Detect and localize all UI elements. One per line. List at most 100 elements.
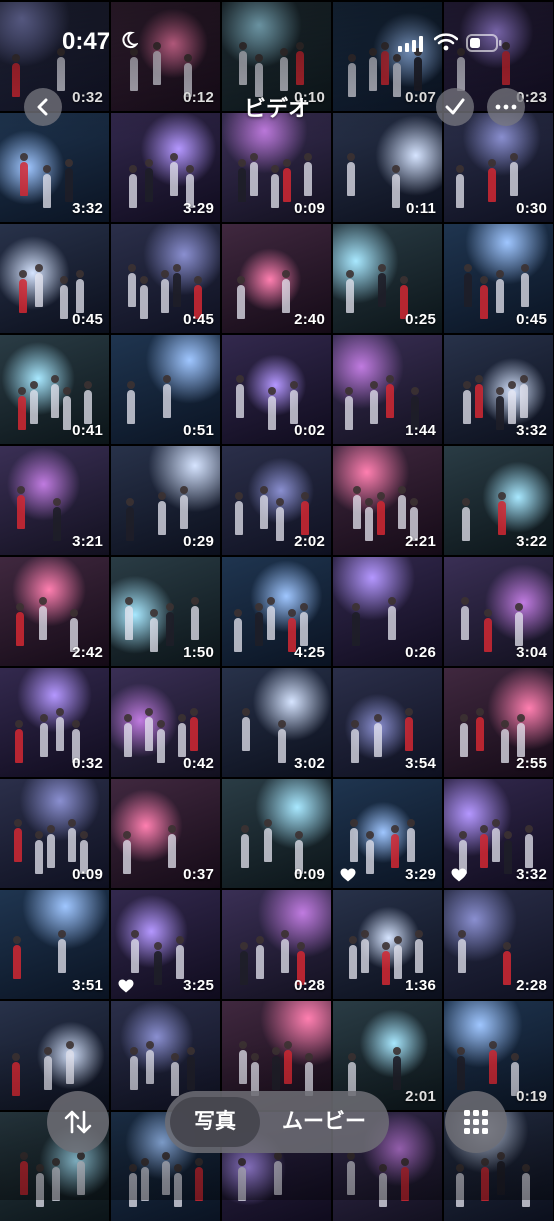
wifi-icon [433,33,459,56]
performer-silhouette [349,936,357,979]
video-thumbnail[interactable]: 2:40 [222,224,331,333]
video-thumbnail[interactable]: 3:04 [444,557,553,666]
video-thumbnail[interactable]: 0:26 [333,557,442,666]
video-thumbnail[interactable]: 3:22 [444,446,553,555]
video-thumbnail[interactable]: 1:36 [333,890,442,999]
video-thumbnail[interactable]: 3:32 [0,113,109,222]
heart-icon [118,979,134,993]
performer-silhouette [267,387,276,430]
video-thumbnail[interactable]: 0:45 [0,224,109,333]
performer-silhouette [475,375,483,418]
grid-view-button[interactable] [445,1091,507,1153]
video-thumbnail[interactable]: 0:42 [111,668,220,777]
checkmark-icon [445,98,465,115]
performer-silhouette [415,930,423,973]
video-thumbnail[interactable]: 1:50 [111,557,220,666]
video-thumbnail[interactable]: 0:32 [0,668,109,777]
video-thumbnail[interactable]: 0:41 [0,335,109,444]
video-thumbnail[interactable]: 2:02 [222,446,331,555]
video-thumbnail[interactable]: 3:29 [333,779,442,888]
video-thumbnail[interactable]: 0:28 [222,890,331,999]
performer-silhouette [458,930,466,973]
video-thumbnail[interactable]: 3:32 [444,779,553,888]
performer-silhouette [401,1158,410,1201]
video-thumbnail[interactable]: 0:09 [222,113,331,222]
video-duration: 3:32 [516,422,547,439]
video-thumbnail[interactable]: 2:55 [444,668,553,777]
video-thumbnail[interactable]: 3:32 [444,335,553,444]
performer-silhouette [126,498,134,541]
moon-icon [120,31,139,54]
performer-silhouette [345,387,353,430]
nav-bar: ビデオ [0,85,554,129]
video-thumbnail[interactable]: 2:42 [0,557,109,666]
performer-silhouette [290,381,299,424]
performer-silhouette [146,1041,154,1084]
performer-silhouette [56,708,64,751]
performer-silhouette [15,720,23,763]
select-button[interactable] [436,88,474,126]
performer-silhouette [124,714,132,757]
performer-silhouette [170,153,178,196]
video-thumbnail[interactable]: 0:29 [111,446,220,555]
performer-silhouette [237,276,245,319]
performer-silhouette [38,597,47,640]
tab-photos[interactable]: 写真 [170,1097,260,1147]
video-thumbnail[interactable]: 0:25 [333,224,442,333]
performer-silhouette [43,1047,52,1090]
performer-silhouette [14,819,22,862]
video-duration: 0:25 [405,311,436,328]
performer-silhouette [464,264,472,307]
video-duration: 3:04 [516,644,547,661]
video-thumbnail[interactable]: 2:21 [333,446,442,555]
video-thumbnail[interactable]: 0:09 [0,779,109,888]
video-thumbnail[interactable]: 3:51 [0,890,109,999]
performer-silhouette [365,498,373,541]
video-thumbnail[interactable]: 3:21 [0,446,109,555]
performer-silhouette [366,831,374,874]
performer-silhouette [377,492,385,535]
video-thumbnail[interactable]: 3:54 [333,668,442,777]
video-thumbnail[interactable]: 2:28 [444,890,553,999]
video-thumbnail[interactable]: 0:37 [111,779,220,888]
performer-silhouette [162,1152,170,1195]
video-thumbnail[interactable]: 0:09 [222,779,331,888]
video-thumbnail[interactable]: 0:02 [222,335,331,444]
performer-silhouette [373,714,382,757]
grid-icon [464,1110,488,1134]
video-duration: 3:32 [72,200,103,217]
video-thumbnail[interactable]: 0:45 [111,224,220,333]
more-button[interactable] [487,88,525,126]
video-thumbnail[interactable]: 4:25 [222,557,331,666]
sort-icon [64,1110,92,1134]
video-thumbnail[interactable]: 0:51 [111,335,220,444]
performer-silhouette [476,708,484,751]
tab-movies[interactable]: ムービー [265,1097,383,1147]
performer-silhouette [496,270,504,313]
performer-silhouette [488,1041,497,1084]
performer-silhouette [66,1041,75,1084]
performer-silhouette [522,1164,530,1207]
video-thumbnail[interactable]: 3:02 [222,668,331,777]
performer-silhouette [282,270,290,313]
performer-silhouette [153,942,162,985]
video-thumbnail[interactable]: 0:11 [333,113,442,222]
video-thumbnail[interactable]: 1:44 [333,335,442,444]
performer-silhouette [503,942,511,985]
video-thumbnail[interactable]: 0:45 [444,224,553,333]
performer-silhouette [382,942,390,985]
status-bar: 0:47 [0,22,554,62]
performer-silhouette [272,1047,280,1090]
battery-icon [466,34,502,57]
heart-icon [451,868,467,882]
video-thumbnail[interactable]: 3:25 [111,890,220,999]
video-thumbnail[interactable]: 0:30 [444,113,553,222]
video-thumbnail[interactable]: 3:29 [111,113,220,222]
performer-silhouette [392,165,400,208]
performer-silhouette [178,714,186,757]
sort-button[interactable] [47,1091,109,1153]
performer-silhouette [462,498,470,541]
performer-silhouette [370,381,378,424]
performer-silhouette [176,936,185,979]
performer-silhouette [386,375,394,418]
